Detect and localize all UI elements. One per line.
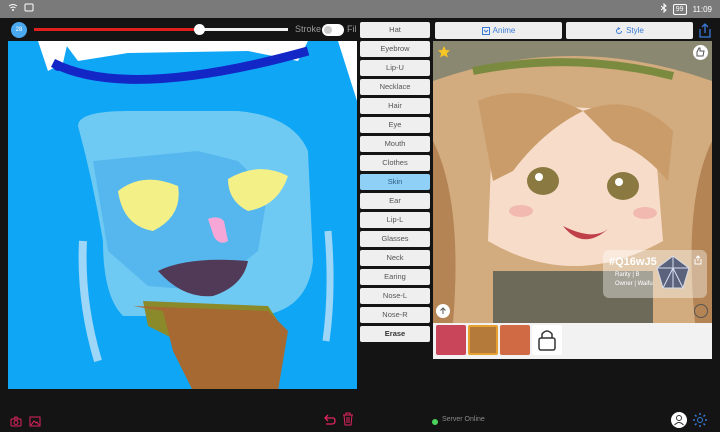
stroke-label: Stroke xyxy=(295,24,322,34)
wifi-icon xyxy=(8,3,18,14)
card-owner: Owner | Waifu xyxy=(615,281,653,287)
battery-indicator: 99 xyxy=(672,3,687,15)
bluetooth-icon xyxy=(660,2,667,15)
style-button[interactable]: Style xyxy=(566,22,693,39)
refresh-icon xyxy=(616,26,623,34)
character-card[interactable]: #Q16wJ5 Rarity | B Owner | Waifu xyxy=(603,250,707,298)
sketch-drawing xyxy=(8,41,357,389)
lock-icon xyxy=(538,330,556,351)
upload-icon[interactable] xyxy=(436,304,450,318)
card-id: #Q16wJ5 xyxy=(609,256,657,268)
thumbnail-strip xyxy=(433,323,712,359)
crystal-icon xyxy=(653,254,693,299)
thumbnail-2-selected[interactable] xyxy=(468,325,498,355)
part-button-lip-u[interactable]: Lip-U xyxy=(360,60,430,76)
part-button-hat[interactable]: Hat xyxy=(360,22,430,38)
clock: 11:09 xyxy=(692,4,712,14)
part-button-hair[interactable]: Hair xyxy=(360,98,430,114)
card-rarity: Rarity | B xyxy=(615,272,640,278)
server-status-text: Server Online xyxy=(442,416,485,423)
part-button-eyebrow[interactable]: Eyebrow xyxy=(360,41,430,57)
locked-thumbnail[interactable] xyxy=(532,325,562,355)
profile-icon[interactable] xyxy=(671,412,687,428)
undo-icon[interactable] xyxy=(322,413,336,431)
part-button-mouth[interactable]: Mouth xyxy=(360,136,430,152)
thumbnail-1[interactable] xyxy=(436,325,466,355)
status-bar: 99 11:09 xyxy=(0,0,720,18)
favorite-star-icon[interactable] xyxy=(437,45,451,64)
trash-icon[interactable] xyxy=(342,412,354,431)
parts-list: Hat Eyebrow Lip-U Necklace Hair Eye Mout… xyxy=(360,22,430,345)
gallery-icon[interactable] xyxy=(29,414,41,432)
part-button-earing[interactable]: Earing xyxy=(360,269,430,285)
app-root: 99 11:09 28 Stroke Fill Hat Eye xyxy=(0,0,720,432)
part-button-neck[interactable]: Neck xyxy=(360,250,430,266)
share-icon[interactable] xyxy=(697,22,713,39)
brush-slider-filled[interactable] xyxy=(34,28,200,31)
part-button-ear[interactable]: Ear xyxy=(360,193,430,209)
anime-button-label: Anime xyxy=(492,26,516,35)
part-button-nose-r[interactable]: Nose-R xyxy=(360,307,430,323)
style-button-label: Style xyxy=(626,26,644,35)
info-icon[interactable] xyxy=(694,304,708,318)
part-button-eye[interactable]: Eye xyxy=(360,117,430,133)
part-button-nose-l[interactable]: Nose-L xyxy=(360,288,430,304)
stroke-fill-toggle[interactable] xyxy=(322,24,344,36)
like-icon[interactable] xyxy=(693,45,708,60)
anime-icon xyxy=(481,26,490,35)
part-button-lip-l[interactable]: Lip-L xyxy=(360,212,430,228)
drawing-canvas[interactable] xyxy=(8,41,357,389)
brush-slider-track[interactable] xyxy=(200,28,288,31)
camera-icon[interactable] xyxy=(10,414,22,432)
fill-label: Fill xyxy=(347,24,357,34)
brush-slider-thumb[interactable] xyxy=(194,24,205,35)
brush-size-indicator[interactable]: 28 xyxy=(11,22,27,38)
part-button-skin[interactable]: Skin xyxy=(360,174,430,190)
erase-button[interactable]: Erase xyxy=(360,326,430,342)
part-button-glasses[interactable]: Glasses xyxy=(360,231,430,247)
card-share-icon[interactable] xyxy=(693,252,703,270)
part-button-necklace[interactable]: Necklace xyxy=(360,79,430,95)
thumbnail-3[interactable] xyxy=(500,325,530,355)
server-status-dot xyxy=(432,419,438,425)
bottom-bar: Server Online xyxy=(0,404,720,432)
anime-button[interactable]: Anime xyxy=(435,22,562,39)
settings-gear-icon[interactable] xyxy=(692,412,708,432)
notification-icon xyxy=(24,3,34,14)
part-button-clothes[interactable]: Clothes xyxy=(360,155,430,171)
